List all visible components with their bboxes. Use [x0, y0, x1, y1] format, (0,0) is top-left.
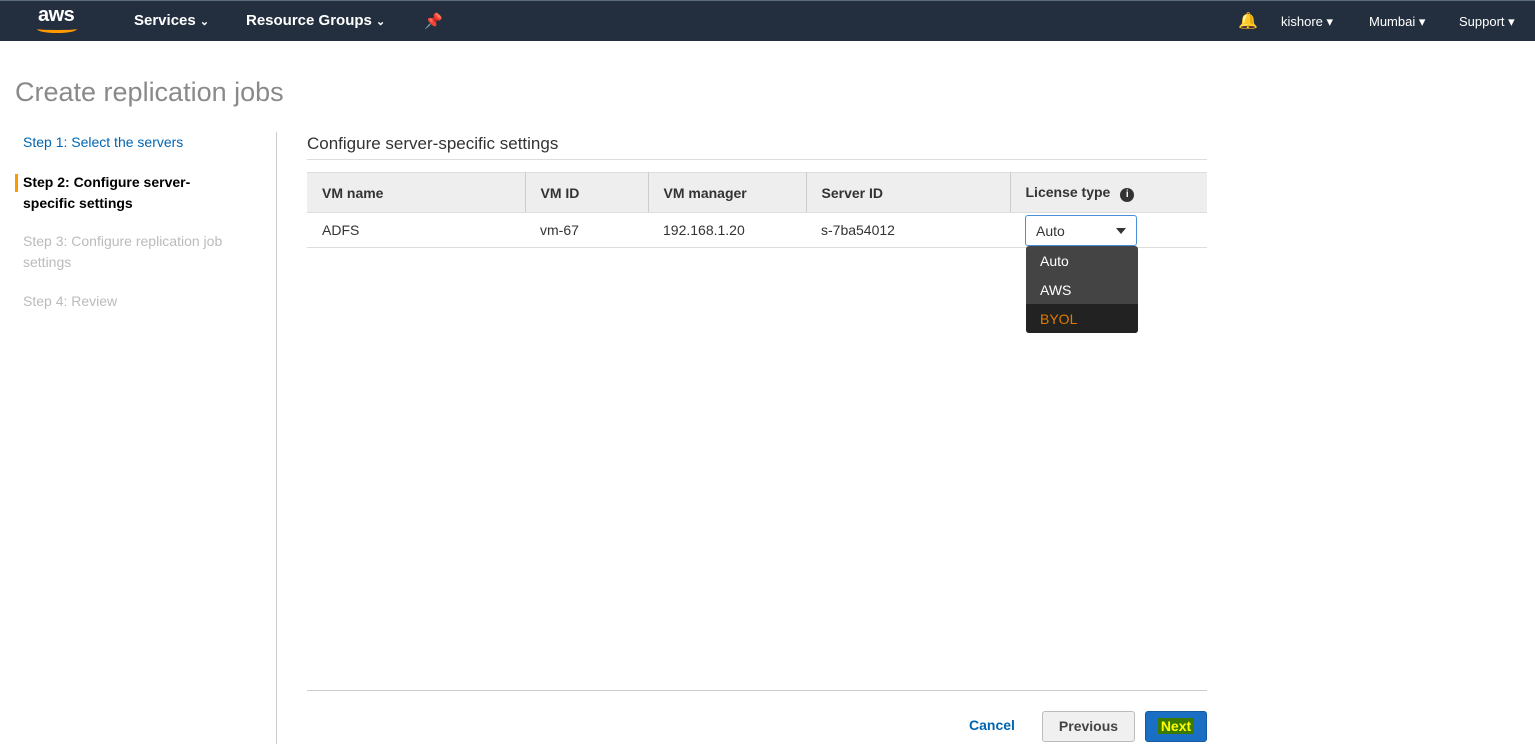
user-label: kishore — [1281, 14, 1323, 29]
support-menu[interactable]: Support ▾ — [1459, 14, 1515, 30]
col-license-type: License type i — [1010, 172, 1207, 213]
previous-button[interactable]: Previous — [1042, 711, 1135, 742]
services-menu[interactable]: Services ⌄ — [134, 12, 209, 29]
step-2-current: Step 2: Configure server-specific settin… — [23, 174, 191, 211]
vm-name-cell: ADFS — [307, 212, 525, 248]
resource-groups-label: Resource Groups — [246, 12, 372, 29]
col-vm-manager[interactable]: VM manager — [648, 172, 807, 213]
page-title: Create replication jobs — [15, 77, 284, 107]
server-id-cell: s-7ba54012 — [806, 212, 1010, 248]
license-type-label: License type — [1025, 183, 1111, 200]
aws-logo-smile-icon — [37, 25, 77, 33]
info-icon[interactable]: i — [1120, 187, 1135, 202]
servers-table: VM name VM ID VM manager Server ID Licen… — [307, 172, 1207, 248]
next-button[interactable]: Next — [1145, 711, 1207, 742]
pin-icon[interactable]: 📌 — [424, 12, 443, 30]
option-byol[interactable]: BYOL — [1026, 304, 1138, 333]
section-title: Configure server-specific settings — [307, 134, 1207, 160]
col-server-id[interactable]: Server ID — [806, 172, 1011, 213]
region-menu[interactable]: Mumbai ▾ — [1369, 14, 1425, 30]
option-auto[interactable]: Auto — [1026, 246, 1138, 275]
table-header: VM name VM ID VM manager Server ID Licen… — [307, 172, 1207, 213]
footer-divider — [307, 690, 1207, 691]
resource-groups-menu[interactable]: Resource Groups ⌄ — [246, 12, 385, 29]
wizard-steps: Step 1: Select the servers Step 2: Confi… — [15, 132, 277, 744]
chevron-down-icon: ⌄ — [376, 16, 386, 28]
chevron-down-icon: ⌄ — [199, 16, 210, 28]
license-type-dropdown: Auto AWS BYOL — [1026, 246, 1138, 333]
top-nav: aws Services ⌄ Resource Groups ⌄ 📌 🔔 kis… — [0, 0, 1535, 41]
step-1-link[interactable]: Step 1: Select the servers — [23, 132, 183, 153]
user-menu[interactable]: kishore ▾ — [1281, 14, 1333, 30]
vm-id-cell: vm-67 — [525, 212, 648, 248]
option-aws[interactable]: AWS — [1026, 275, 1138, 304]
step-3: Step 3: Configure replication job settin… — [23, 233, 223, 270]
step-4: Step 4: Review — [23, 293, 118, 309]
bell-icon[interactable]: 🔔 — [1238, 11, 1258, 31]
services-label: Services — [134, 12, 196, 29]
support-label: Support — [1459, 14, 1505, 29]
region-label: Mumbai — [1369, 14, 1416, 29]
current-step-marker — [15, 174, 18, 192]
vm-manager-cell: 192.168.1.20 — [648, 212, 806, 248]
table-row: ADFS vm-67 192.168.1.20 s-7ba54012 Auto — [307, 212, 1207, 248]
aws-logo[interactable]: aws — [38, 4, 75, 27]
license-type-select[interactable]: Auto — [1025, 214, 1137, 246]
next-label: Next — [1157, 718, 1195, 734]
col-vm-name[interactable]: VM name — [307, 172, 526, 213]
cancel-button[interactable]: Cancel — [960, 711, 1024, 742]
col-vm-id[interactable]: VM ID — [525, 172, 649, 213]
